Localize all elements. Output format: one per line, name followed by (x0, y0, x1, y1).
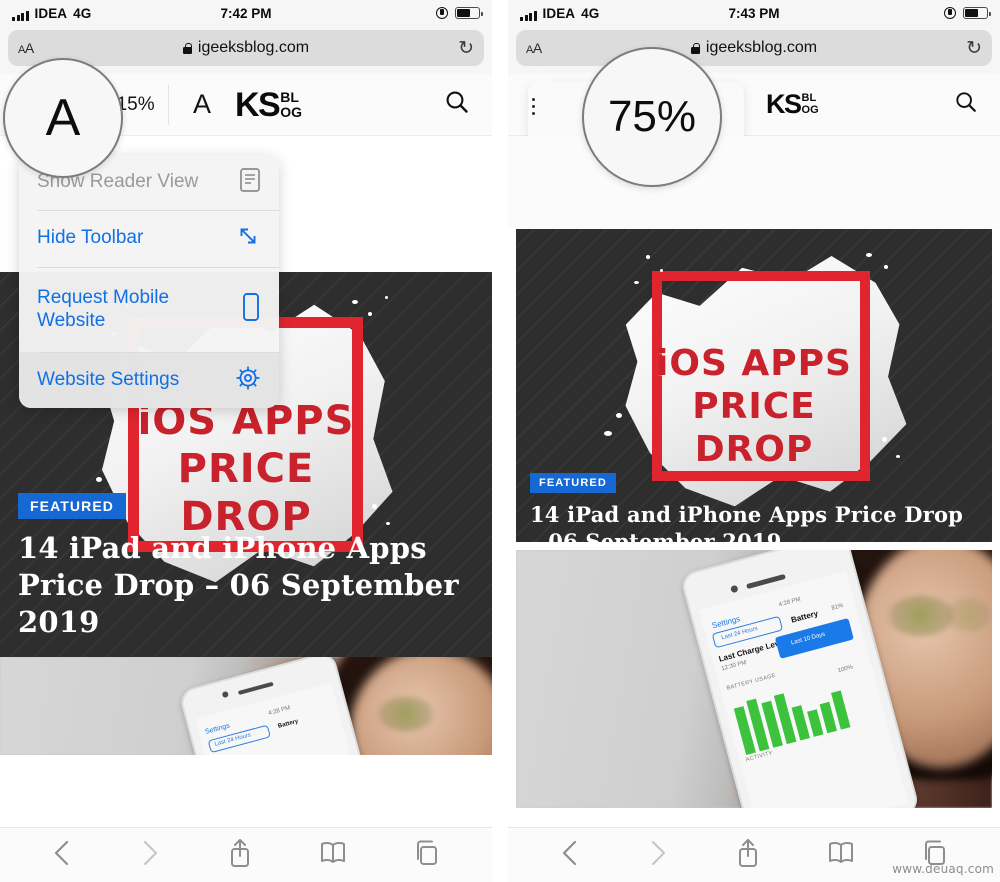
phone-speaker (237, 681, 274, 695)
book-icon[interactable] (827, 840, 855, 871)
page-body: iOS APPS PRICE DROP FEATURED 14 iPad and… (508, 136, 1000, 808)
chevron-left-icon[interactable] (51, 838, 73, 873)
site-logo-line1: BL (801, 92, 817, 105)
phone-battery-pct: 81% (830, 603, 845, 612)
phone-camera-dot (730, 584, 739, 594)
screenshot-root: IDEA 4G 7:42 PM AA igeeksblog.com ↻ A (0, 0, 1000, 882)
hero-speck (866, 253, 872, 257)
rotation-lock-icon (944, 7, 956, 19)
browser-bottom-toolbar (0, 827, 492, 882)
tabs-icon[interactable] (413, 839, 441, 872)
site-logo-line1: BL (280, 89, 299, 106)
phone-speaker (746, 573, 786, 590)
menu-item-request-mobile-website[interactable]: Request Mobile Website (19, 267, 279, 352)
phone-status-time: 4:28 PM (267, 705, 292, 718)
reload-icon[interactable]: ↻ (458, 39, 474, 58)
hero-speck (385, 296, 388, 299)
phone-camera-dot (221, 690, 229, 699)
reload-icon[interactable]: ↻ (966, 39, 982, 58)
battery-icon (963, 7, 991, 19)
hero-speck (884, 265, 888, 269)
aa-text-size-button[interactable]: AA (18, 40, 34, 56)
menu-label: Request Mobile Website (37, 286, 170, 331)
url-text: igeeksblog.com (197, 39, 310, 56)
gear-icon (235, 365, 261, 396)
phone-back-label: Settings (204, 722, 231, 737)
url-text: igeeksblog.com (705, 39, 818, 56)
article2-glasses (378, 697, 434, 731)
increase-text-size-button[interactable]: A (169, 89, 235, 120)
site-logo-main: KS (766, 89, 802, 119)
article2-glasses (888, 596, 954, 636)
site-logo-line2: OG (801, 103, 819, 116)
url-bar[interactable]: AA igeeksblog.com ↻ (516, 30, 992, 66)
status-right (436, 7, 483, 19)
lock-icon (690, 42, 701, 54)
article-thumbnail-2[interactable]: Settings 4:28 PM Last 24 Hours Battery (0, 657, 492, 755)
article2-glasses (946, 598, 992, 632)
url-display: igeeksblog.com (8, 39, 484, 57)
status-time: 7:42 PM (220, 5, 272, 21)
hero-speck (646, 255, 650, 259)
status-right (944, 7, 991, 19)
menu-label: Website Settings (37, 368, 180, 390)
hide-toolbar-arrows-icon (235, 223, 261, 254)
menu-item-website-settings[interactable]: Website Settings (19, 352, 279, 408)
chevron-right-icon[interactable] (647, 838, 669, 873)
book-icon[interactable] (319, 840, 347, 871)
article-thumbnail-2[interactable]: Settings 4:28 PM 81% Last 24 Hours Batte… (516, 550, 992, 808)
lock-icon (182, 42, 193, 54)
share-sheet-popover: Show Reader View Hide Toolbar Request Mo… (19, 155, 279, 408)
featured-article-title[interactable]: 14 iPad and iPhone Apps Price Drop – 06 … (18, 530, 470, 641)
hero-speck (660, 269, 663, 272)
site-logo-main: KS (235, 85, 281, 124)
phone-usage-label: BATTERY USAGE (726, 672, 777, 692)
featured-hero-card[interactable]: iOS APPS PRICE DROP FEATURED 14 iPad and… (516, 229, 992, 542)
hero-speck (368, 312, 372, 316)
status-time: 7:43 PM (728, 5, 780, 21)
rotation-lock-icon (436, 7, 448, 19)
mobile-phone-icon (241, 292, 261, 327)
phone-screen-title: Battery (790, 608, 820, 625)
more-vertical-icon[interactable] (532, 98, 536, 116)
chevron-right-icon[interactable] (139, 838, 161, 873)
chevron-left-icon[interactable] (559, 838, 581, 873)
search-icon[interactable] (954, 90, 978, 119)
search-icon[interactable] (444, 89, 470, 120)
magnifier-callout: A (3, 58, 123, 178)
menu-label: Hide Toolbar (37, 227, 144, 249)
reader-view-icon (239, 167, 261, 198)
featured-article-title[interactable]: 14 iPad and iPhone Apps Price Drop – 06 … (530, 501, 974, 542)
hero-banner-line2: PRICE (177, 446, 315, 492)
magnifier-text: 75% (607, 92, 697, 141)
share-icon[interactable] (227, 837, 253, 874)
phone-status-time: 4:28 PM (778, 596, 802, 609)
hero-speck (352, 300, 358, 304)
hero-banner-line2: PRICE (692, 386, 816, 427)
right-phone-screenshot: IDEA 4G 7:43 PM AA igeeksblog.com ↻ A (508, 0, 1000, 882)
featured-badge: FEATURED (530, 473, 616, 493)
phone-usage-max: 100% (837, 664, 854, 675)
hero-speck (634, 281, 639, 284)
phone-screen-title: Battery (277, 718, 300, 731)
url-display: igeeksblog.com (516, 39, 992, 57)
magnifier-callout: 75% (582, 47, 722, 187)
aa-text-size-button[interactable]: AA (526, 40, 542, 56)
menu-item-hide-toolbar[interactable]: Hide Toolbar (19, 210, 279, 267)
status-bar: IDEA 4G 7:43 PM (508, 0, 1000, 26)
share-icon[interactable] (735, 837, 761, 874)
magnifier-text: A (45, 89, 81, 147)
site-logo[interactable]: KS BL OG (766, 91, 819, 118)
site-logo[interactable]: KS BL OG (235, 88, 302, 122)
status-bar: IDEA 4G 7:42 PM (0, 0, 492, 26)
site-logo-line2: OG (280, 103, 303, 120)
url-bar-container: AA igeeksblog.com ↻ (508, 26, 1000, 74)
hero-banner-line1: iOS APPS (656, 343, 852, 384)
watermark: www.deuaq.com (892, 862, 994, 876)
battery-icon (455, 7, 483, 19)
page-whitespace (508, 136, 1000, 229)
left-phone-screenshot: IDEA 4G 7:42 PM AA igeeksblog.com ↻ A (0, 0, 492, 882)
featured-badge: FEATURED (18, 493, 126, 519)
hero-banner-line3: DROP (694, 429, 814, 470)
